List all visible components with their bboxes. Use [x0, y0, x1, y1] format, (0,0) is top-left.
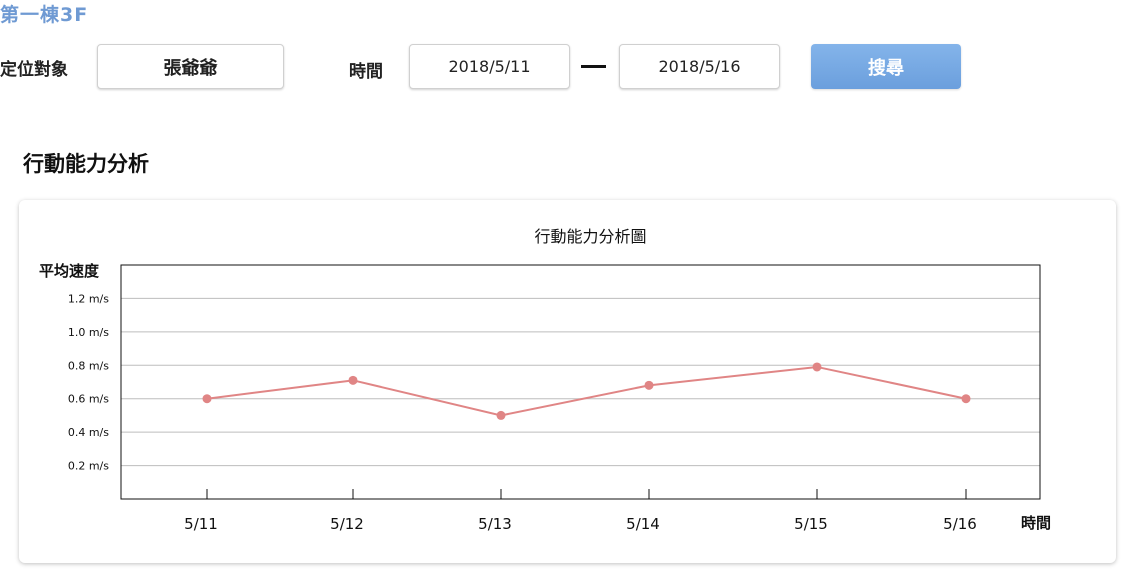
y-tick-label: 0.6 m/s: [68, 393, 109, 406]
data-point-5/15: [812, 362, 822, 372]
date-to-field[interactable]: 2018/5/16: [619, 44, 780, 89]
search-button-label: 搜尋: [868, 57, 904, 79]
section-title: 行動能力分析: [23, 152, 149, 176]
y-tick-label: 1.0 m/s: [68, 326, 109, 339]
date-from-field[interactable]: 2018/5/11: [409, 44, 570, 89]
data-point-5/14: [644, 380, 654, 390]
y-tick-label: 0.4 m/s: [68, 426, 109, 439]
date-from-value: 2018/5/11: [448, 57, 531, 76]
target-field[interactable]: 張爺爺: [97, 44, 284, 89]
building-title: 第一棟3F: [0, 4, 89, 26]
x-tick-label: 5/11: [184, 515, 218, 533]
search-button[interactable]: 搜尋: [811, 44, 961, 89]
x-tick-label: 5/12: [330, 515, 364, 533]
y-tick-label: 0.8 m/s: [68, 359, 109, 372]
x-tick-label: 5/15: [794, 515, 828, 533]
time-label: 時間: [349, 62, 383, 82]
chart-card: 行動能力分析圖平均速度 0.2 m/s 0.4 m/s 0.6 m/s 0.8 m/s 1…: [19, 200, 1116, 563]
y-tick-label: 1.2 m/s: [68, 292, 109, 305]
x-tick-label: 5/14: [626, 515, 660, 533]
line-chart: 行動能力分析圖平均速度 0.2 m/s 0.4 m/s 0.6 m/s 0.8 m/s 1…: [39, 227, 1051, 533]
target-value: 張爺爺: [163, 57, 218, 79]
data-point-5/11: [202, 394, 212, 404]
plot-frame: [120, 264, 1041, 500]
chart-title: 行動能力分析圖: [534, 227, 646, 246]
data-point-5/12: [348, 375, 358, 385]
page: 第一棟3F 定位對象 張爺爺 時間 2018/5/11 2018/5/16 搜尋…: [0, 0, 1121, 569]
x-axis-label: 時間: [1021, 514, 1051, 532]
target-label: 定位對象: [0, 60, 68, 80]
y-tick-label: 0.2 m/s: [68, 460, 109, 473]
date-range-dash: [581, 65, 606, 68]
x-tick-label: 5/13: [478, 515, 512, 533]
series-line: [206, 365, 967, 417]
data-point-5/13: [496, 410, 506, 420]
date-to-value: 2018/5/16: [658, 57, 741, 76]
x-tick-label: 5/16: [943, 515, 977, 533]
y-axis-label: 平均速度: [39, 262, 100, 280]
data-point-5/16: [961, 394, 971, 404]
